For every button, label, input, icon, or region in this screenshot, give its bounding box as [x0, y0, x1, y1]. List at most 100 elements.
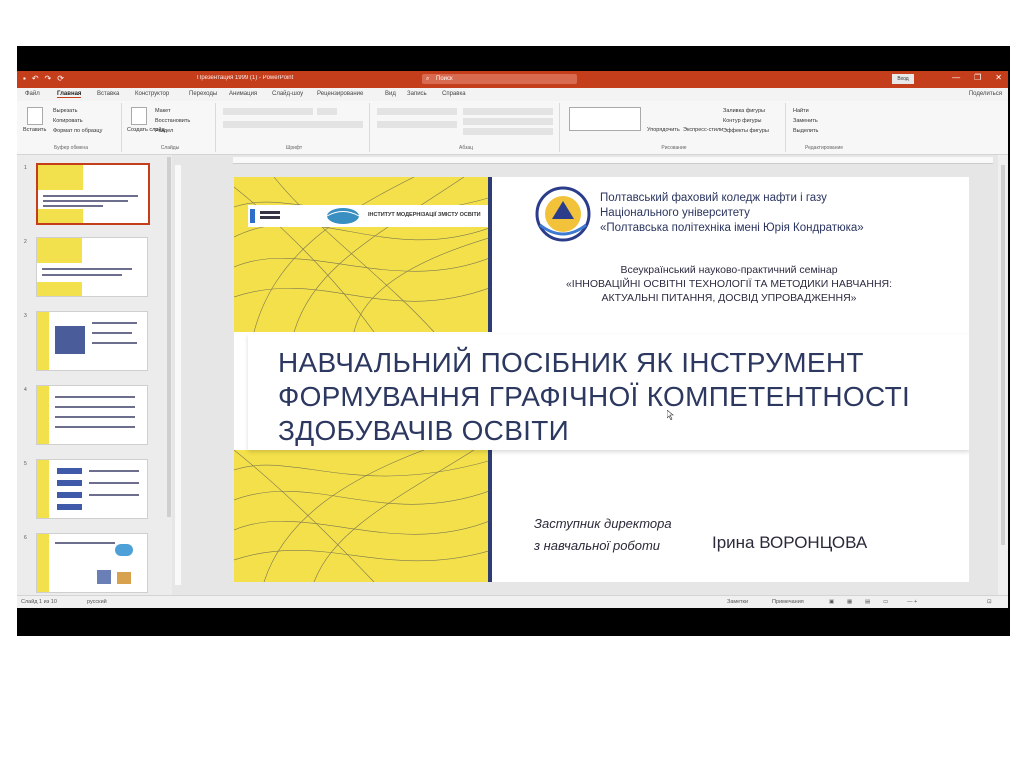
title-line: ФОРМУВАННЯ ГРАФІЧНОЇ КОМПЕТЕНТНОСТІ — [278, 381, 911, 412]
shape-fill-button[interactable]: Заливка фигуры — [723, 108, 765, 114]
group-paragraph: Абзац — [373, 103, 560, 152]
slideshow-view-icon[interactable]: ▭ — [883, 599, 888, 605]
font-format-buttons[interactable] — [223, 121, 363, 128]
thumbnail-5[interactable]: 5 — [21, 459, 161, 519]
thumbnail-6[interactable]: 6 — [21, 533, 161, 593]
group-label: Слайды — [160, 145, 180, 151]
slide-canvas[interactable]: ІНСТИТУТ МОДЕРНІЗАЦІЇ ЗМІСТУ ОСВІТИ Полт… — [234, 177, 969, 582]
thumbnail-number: 3 — [24, 313, 27, 319]
login-button[interactable]: Вход — [892, 74, 914, 84]
tab-view[interactable]: Вид — [385, 91, 396, 97]
reset-button[interactable]: Восстановить — [155, 118, 190, 124]
window-controls: — ❐ ✕ — [952, 73, 1002, 82]
repeat-icon[interactable]: ⟳ — [57, 74, 64, 84]
maximize-icon[interactable]: ❐ — [974, 73, 981, 82]
thumbnail-2[interactable]: 2 — [21, 237, 161, 297]
decorative-lines-bottom — [234, 450, 492, 582]
tab-record[interactable]: Запись — [407, 91, 427, 97]
college-line: Національного університету — [600, 207, 750, 219]
thumbnail-scrollbar[interactable] — [167, 157, 171, 517]
tab-file[interactable]: Файл — [25, 91, 40, 97]
paste-icon[interactable] — [27, 107, 43, 125]
powerpoint-window: ▪ ↶ ↷ ⟳ Презентация 1999 (1) - PowerPoin… — [17, 71, 1008, 608]
replace-button[interactable]: Заменить — [793, 118, 818, 124]
font-family-select[interactable] — [223, 108, 313, 115]
position-line: Заступник директора — [534, 516, 672, 531]
seminar-title: Всеукраїнський науково-практичний семіна… — [504, 263, 954, 305]
tab-transitions[interactable]: Переходы — [189, 91, 217, 97]
redo-icon[interactable]: ↷ — [45, 74, 52, 84]
ministry-emblem-icon — [250, 209, 255, 223]
arrange-button[interactable]: Упорядочить — [647, 127, 680, 133]
normal-view-icon[interactable]: ▣ — [829, 599, 834, 605]
thumbnail-1[interactable]: 1 — [21, 163, 161, 225]
shape-effects-button[interactable]: Эффекты фигуры — [723, 128, 769, 134]
slide-thumbnail-pane: 1 2 3 4 5 6 — [17, 155, 172, 595]
thumbnail-image — [36, 163, 150, 225]
shape-outline-button[interactable]: Контур фигуры — [723, 118, 761, 124]
search-box[interactable]: ⌕ Поиск — [422, 74, 577, 84]
select-button[interactable]: Выделить — [793, 128, 818, 134]
text-direction-button[interactable] — [463, 108, 553, 115]
tab-insert[interactable]: Вставка — [97, 91, 119, 97]
search-placeholder: Поиск — [436, 76, 453, 82]
mouse-cursor-icon — [667, 410, 674, 420]
institute-label: ІНСТИТУТ МОДЕРНІЗАЦІЇ ЗМІСТУ ОСВІТИ — [368, 212, 481, 218]
list-buttons[interactable] — [377, 108, 457, 115]
new-slide-icon[interactable] — [131, 107, 147, 125]
undo-icon[interactable]: ↶ — [32, 74, 39, 84]
layout-button[interactable]: Макет — [155, 108, 171, 114]
share-button[interactable]: Поделиться — [969, 91, 1002, 97]
tab-animation[interactable]: Анимация — [229, 91, 257, 97]
tab-slideshow[interactable]: Слайд-шоу — [272, 91, 303, 97]
group-label: Рисование — [661, 145, 687, 151]
title-bar: ▪ ↶ ↷ ⟳ Презентация 1999 (1) - PowerPoin… — [17, 71, 1008, 88]
minimize-icon[interactable]: — — [952, 73, 960, 82]
search-icon: ⌕ — [426, 76, 430, 82]
zoom-slider[interactable]: — + — [907, 599, 917, 605]
college-emblem-icon — [535, 186, 591, 242]
cut-button[interactable]: Вырезать — [53, 108, 77, 114]
thumbnail-number: 6 — [24, 535, 27, 541]
horizontal-ruler — [233, 157, 993, 164]
align-text-button[interactable] — [463, 118, 553, 125]
slide-title-box[interactable]: НАВЧАЛЬНИЙ ПОСІБНИК ЯК ІНСТРУМЕНТ ФОРМУВ… — [248, 334, 969, 450]
thumbnail-number: 1 — [24, 165, 27, 171]
tab-home[interactable]: Главная — [57, 91, 82, 98]
slide-title: НАВЧАЛЬНИЙ ПОСІБНИК ЯК ІНСТРУМЕНТ ФОРМУВ… — [278, 346, 969, 448]
find-button[interactable]: Найти — [793, 108, 809, 114]
tab-design[interactable]: Конструктор — [135, 91, 169, 97]
thumbnail-number: 5 — [24, 461, 27, 467]
save-icon[interactable]: ▪ — [23, 74, 26, 84]
tab-review[interactable]: Рецензирование — [317, 91, 363, 97]
group-label: Шрифт — [285, 145, 303, 151]
language-indicator[interactable]: русский — [87, 599, 107, 605]
comments-button[interactable]: Примечания — [772, 599, 804, 605]
copy-button[interactable]: Копировать — [53, 118, 83, 124]
college-line: «Полтавська політехніка імені Юрія Кондр… — [600, 222, 864, 234]
presenter-name: Ірина ВОРОНЦОВА — [712, 533, 868, 552]
paste-button[interactable]: Вставить — [23, 127, 46, 133]
group-slides: Создать слайд Макет Восстановить Раздел … — [125, 103, 216, 152]
align-buttons[interactable] — [377, 121, 457, 128]
font-size-select[interactable] — [317, 108, 337, 115]
fit-slide-icon[interactable]: ⊡ — [987, 599, 992, 605]
thumbnail-3[interactable]: 3 — [21, 311, 161, 371]
tab-help[interactable]: Справка — [442, 91, 466, 97]
format-painter-button[interactable]: Формат по образцу — [53, 128, 102, 134]
close-icon[interactable]: ✕ — [995, 73, 1002, 82]
slide-scrollbar[interactable] — [998, 155, 1008, 595]
document-title: Презентация 1999 (1) - PowerPoint — [197, 75, 294, 81]
shapes-gallery[interactable] — [569, 107, 641, 131]
thumbnail-image — [36, 385, 148, 445]
thumbnail-4[interactable]: 4 — [21, 385, 161, 445]
status-bar: Слайд 1 из 10 русский Заметки Примечания… — [17, 595, 1008, 608]
sorter-view-icon[interactable]: ▦ — [847, 599, 852, 605]
section-button[interactable]: Раздел — [155, 128, 173, 134]
thumbnail-number: 4 — [24, 387, 27, 393]
reading-view-icon[interactable]: ▤ — [865, 599, 870, 605]
quick-styles-button[interactable]: Экспресс-стили — [683, 127, 723, 133]
notes-button[interactable]: Заметки — [727, 599, 748, 605]
ribbon-tabs: Файл Главная Вставка Конструктор Переход… — [17, 88, 1008, 101]
smartart-button[interactable] — [463, 128, 553, 135]
